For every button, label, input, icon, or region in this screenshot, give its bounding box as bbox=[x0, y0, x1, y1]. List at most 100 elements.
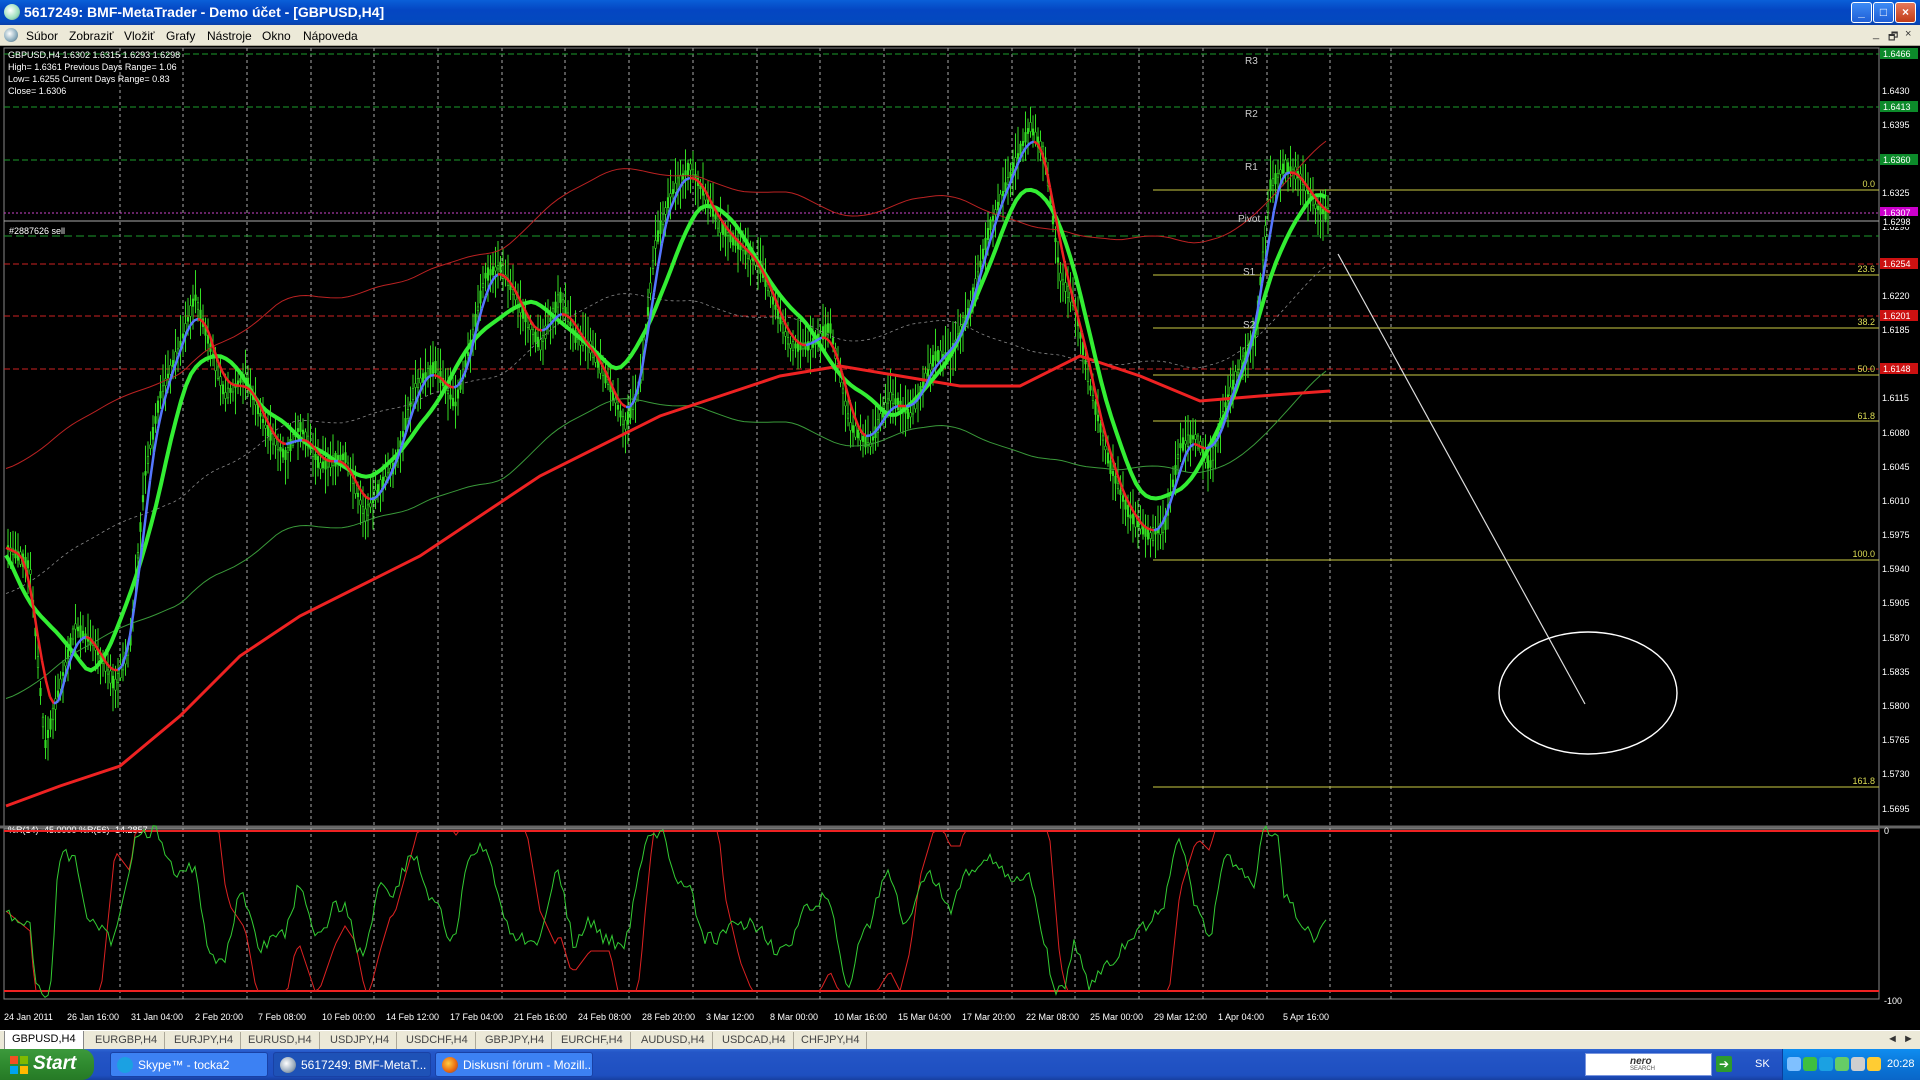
tab-usdcad[interactable]: USDCAD,H4 bbox=[715, 1032, 794, 1049]
candle-body bbox=[896, 397, 900, 411]
tab-usdjpy[interactable]: USDJPY,H4 bbox=[323, 1032, 398, 1049]
candle-body bbox=[934, 351, 937, 361]
candle-body bbox=[149, 444, 152, 449]
candle-body bbox=[564, 307, 567, 315]
candle-body bbox=[139, 522, 142, 532]
candle-body bbox=[844, 400, 847, 407]
price-chart[interactable]: GBPUSD,H4 1.6302 1.6315 1.6293 1.6298 Hi… bbox=[0, 46, 1920, 1030]
pivot-label-s2: S2 bbox=[1243, 320, 1256, 331]
tray-update-icon[interactable] bbox=[1867, 1057, 1881, 1071]
trend-line-drawing[interactable] bbox=[1337, 253, 1586, 705]
tab-eurusd[interactable]: EURUSD,H4 bbox=[241, 1032, 320, 1049]
menu-zobrazit[interactable]: Zobraziť bbox=[69, 29, 114, 43]
fast-moving-average-segment bbox=[72, 642, 80, 652]
time-axis-label: 26 Jan 16:00 bbox=[67, 1012, 119, 1022]
menu-subor[interactable]: Súbor bbox=[26, 29, 58, 43]
time-axis-label: 17 Feb 04:00 bbox=[450, 1012, 503, 1022]
tray-arrow-icon[interactable] bbox=[1787, 1057, 1801, 1071]
tray-volume-icon[interactable] bbox=[1851, 1057, 1865, 1071]
user-drawings[interactable] bbox=[1337, 253, 1678, 755]
tab-eurgbp[interactable]: EURGBP,H4 bbox=[88, 1032, 166, 1049]
candle-body bbox=[259, 412, 262, 417]
task-metatrader[interactable]: 5617249: BMF-MetaT... bbox=[273, 1052, 431, 1077]
chart-window[interactable]: GBPUSD,H4 1.6302 1.6315 1.6293 1.6298 Hi… bbox=[0, 46, 1920, 1030]
candle-body bbox=[144, 471, 147, 476]
fast-moving-average-segment bbox=[281, 441, 287, 446]
mdi-minimize-button[interactable]: _ bbox=[1873, 28, 1879, 40]
mdi-restore-button[interactable]: 🗗 bbox=[1888, 28, 1898, 47]
tab-audusd[interactable]: AUDUSD,H4 bbox=[634, 1032, 713, 1049]
fast-moving-average-segment bbox=[44, 680, 52, 698]
nero-search-box[interactable]: nero SEARCH bbox=[1585, 1053, 1712, 1076]
metatrader-icon bbox=[280, 1057, 296, 1073]
start-button[interactable]: Start bbox=[0, 1049, 94, 1080]
candle-body bbox=[841, 388, 845, 394]
candle-body bbox=[169, 365, 172, 375]
tray-network-icon[interactable] bbox=[1803, 1057, 1817, 1071]
candle-body bbox=[626, 411, 630, 425]
fib-label-100: 100.0 bbox=[1852, 549, 1875, 559]
ellipse-drawing[interactable] bbox=[1498, 631, 1678, 755]
fast-moving-average-segment bbox=[233, 383, 239, 387]
window-titlebar[interactable]: 5617249: BMF-MetaTrader - Demo účet - [G… bbox=[0, 0, 1920, 25]
candle-body bbox=[71, 628, 75, 640]
tab-eurjpy[interactable]: EURJPY,H4 bbox=[167, 1032, 242, 1049]
menu-grafy[interactable]: Grafy bbox=[166, 29, 195, 43]
candle-body bbox=[1089, 385, 1092, 391]
tab-gbpjpy[interactable]: GBPJPY,H4 bbox=[478, 1032, 553, 1049]
fast-moving-average-segment bbox=[337, 459, 343, 464]
candle-body bbox=[886, 398, 890, 404]
candle-body bbox=[431, 362, 435, 374]
tabs-scroll-left[interactable]: ◄ bbox=[1887, 1033, 1898, 1045]
chart-grid bbox=[0, 47, 1920, 1000]
candle-body bbox=[141, 495, 145, 503]
candle-body bbox=[471, 328, 475, 336]
menu-nastroje[interactable]: Nástroje bbox=[207, 29, 252, 43]
menu-napoveda[interactable]: Nápoveda bbox=[303, 29, 358, 43]
candle-body bbox=[894, 398, 897, 405]
candle-body bbox=[239, 378, 242, 383]
search-go-button[interactable]: ➔ bbox=[1716, 1056, 1732, 1072]
candle-body bbox=[1086, 368, 1090, 382]
williams-r-indicator-pane bbox=[4, 825, 1879, 998]
price-tag-label: 1.6466 bbox=[1883, 49, 1911, 59]
candle-body bbox=[1184, 440, 1187, 445]
fast-moving-average-segment bbox=[565, 314, 571, 319]
tabs-scroll-right[interactable]: ► bbox=[1903, 1033, 1914, 1045]
menu-okno[interactable]: Okno bbox=[262, 29, 291, 43]
maximize-button[interactable]: □ bbox=[1873, 2, 1894, 23]
fast-moving-average-segment bbox=[301, 438, 307, 442]
language-indicator[interactable]: SK bbox=[1755, 1058, 1770, 1070]
tray-security-icon[interactable] bbox=[1835, 1057, 1849, 1071]
candle-body bbox=[224, 392, 227, 399]
candlesticks bbox=[6, 106, 1330, 761]
chart-document-icon[interactable] bbox=[4, 28, 18, 42]
task-skype[interactable]: Skype™ - tocka2 bbox=[110, 1052, 268, 1077]
minimize-button[interactable]: _ bbox=[1851, 2, 1872, 23]
tray-skype-icon[interactable] bbox=[1819, 1057, 1833, 1071]
task-firefox[interactable]: Diskusní fórum - Mozill... bbox=[435, 1052, 593, 1077]
candle-body bbox=[36, 656, 40, 668]
candle-body bbox=[851, 425, 855, 433]
candle-body bbox=[264, 424, 267, 429]
tab-usdchf[interactable]: USDCHF,H4 bbox=[399, 1032, 476, 1049]
candle-body bbox=[454, 401, 457, 407]
tab-gbpusd[interactable]: GBPUSD,H4 bbox=[4, 1031, 84, 1050]
tab-eurchf[interactable]: EURCHF,H4 bbox=[554, 1032, 631, 1049]
pivot-label-r3: R3 bbox=[1245, 56, 1258, 67]
candle-body bbox=[419, 377, 422, 384]
mdi-close-button[interactable]: × bbox=[1905, 28, 1911, 40]
fast-moving-average-segment bbox=[105, 661, 111, 669]
fast-moving-average-segment bbox=[365, 496, 371, 501]
fast-moving-average-segment bbox=[384, 475, 392, 485]
time-axis-label: 1 Apr 04:00 bbox=[1218, 1012, 1264, 1022]
price-tick-label: 1.6010 bbox=[1882, 496, 1910, 506]
firefox-icon bbox=[442, 1057, 458, 1073]
metatrader-app-icon[interactable] bbox=[4, 4, 20, 20]
fast-moving-average-segment bbox=[220, 370, 228, 379]
menu-vlozit[interactable]: Vložiť bbox=[124, 29, 155, 43]
candle-body bbox=[1064, 282, 1067, 292]
candle-body bbox=[686, 162, 690, 176]
tab-chfjpy[interactable]: CHFJPY,H4 bbox=[794, 1032, 868, 1049]
close-button[interactable]: × bbox=[1895, 2, 1916, 23]
